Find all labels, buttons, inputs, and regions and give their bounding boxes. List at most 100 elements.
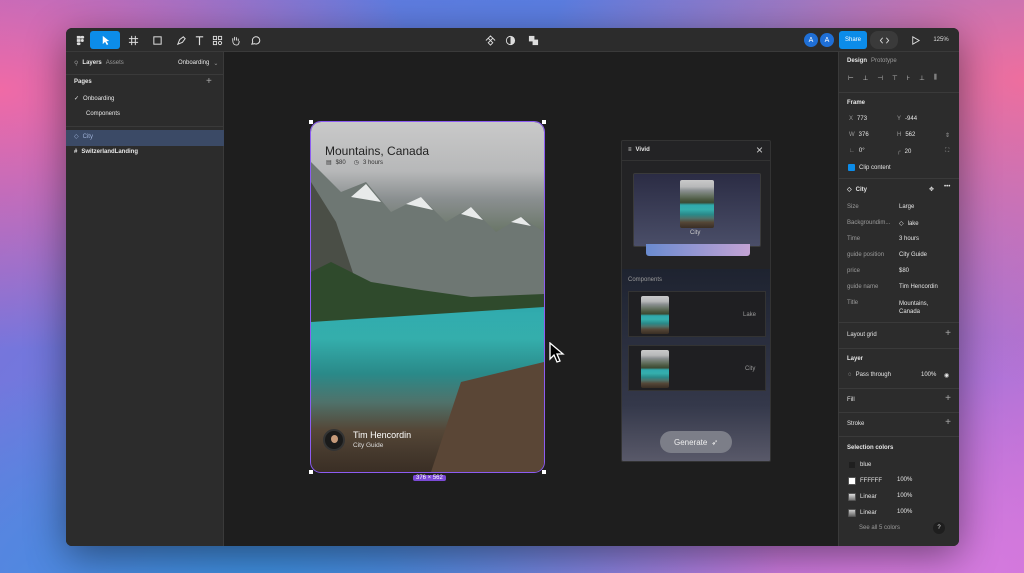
city-card-frame[interactable]: Mountains, Canada ▤ $80 ◷ 3 hours Tim Henc… [310, 121, 545, 473]
rocket-icon: ➶ [711, 437, 719, 447]
tab-assets[interactable]: Assets [106, 60, 124, 66]
prop-label: price [847, 268, 861, 274]
align-right-icon[interactable]: ⊣ [877, 74, 883, 82]
prop-guide-name-field[interactable]: Tim Hencordin [899, 284, 938, 290]
y-field[interactable]: -944 [905, 116, 917, 122]
prop-label: Title [847, 300, 859, 306]
help-button[interactable]: ? [933, 522, 945, 534]
share-button[interactable]: Share [839, 31, 867, 49]
move-tool-icon[interactable] [90, 31, 120, 49]
frame-header: Frame [847, 100, 866, 106]
clip-content-label: Clip content [859, 164, 891, 171]
prop-price-field[interactable]: $80 [899, 268, 909, 274]
selection-color-row[interactable]: Linear [848, 493, 877, 501]
distribute-icon[interactable]: ⫼ [934, 74, 937, 82]
avatar[interactable]: A [820, 33, 834, 47]
dev-mode-toggle[interactable] [870, 31, 898, 49]
prop-size-select[interactable]: Large [899, 204, 914, 210]
play-icon[interactable] [908, 31, 922, 49]
align-toolbar: ⊢ ⊥ ⊣ ⊤ ⊦ ⊥ ⫼ [848, 74, 937, 82]
contrast-icon[interactable] [503, 31, 517, 49]
search-icon[interactable]: ⚲ [74, 60, 78, 67]
avatar[interactable]: A [804, 33, 818, 47]
prop-guide-position-field[interactable]: City Guide [899, 252, 927, 258]
add-stroke-icon[interactable]: + [945, 417, 951, 428]
resize-handle[interactable] [309, 120, 313, 124]
add-page-icon[interactable]: + [206, 76, 212, 87]
page-select[interactable]: Onboarding ⌄ [178, 58, 218, 68]
wallet-icon: ▤ [326, 160, 332, 166]
close-icon[interactable]: × [756, 143, 763, 157]
generate-button[interactable]: Generate ➶ [660, 431, 732, 453]
tab-prototype[interactable]: Prototype [871, 58, 897, 64]
chevron-down-icon: ⌄ [213, 60, 219, 67]
align-center-h-icon[interactable]: ⊥ [863, 74, 869, 82]
top-toolbar: A A Share 125% [66, 28, 959, 52]
align-left-icon[interactable]: ⊢ [848, 74, 854, 82]
hand-tool-icon[interactable] [228, 31, 242, 49]
prop-title-field[interactable]: Mountains, Canada [899, 300, 949, 316]
preview-label: City [690, 230, 701, 236]
eye-icon[interactable]: ◉ [944, 372, 949, 379]
preview-box: City [633, 173, 761, 256]
pen-tool-icon[interactable] [170, 31, 192, 49]
radius-field[interactable]: 20 [905, 149, 912, 155]
selection-color-row[interactable]: FFFFFF [848, 477, 882, 485]
component-instance-icon: ◇ [74, 134, 79, 140]
prop-time-field[interactable]: 3 hours [899, 236, 919, 242]
boolean-icon[interactable] [523, 31, 543, 49]
selection-color-row[interactable]: blue [848, 461, 871, 469]
tab-layers[interactable]: Layers [82, 60, 101, 66]
rotation-field[interactable]: 0° [859, 148, 865, 154]
width-field[interactable]: 376 [859, 132, 869, 138]
component-card-lake[interactable]: Lake [628, 291, 766, 337]
component-card-city[interactable]: City [628, 345, 766, 391]
align-bottom-icon[interactable]: ⊥ [919, 74, 925, 82]
fill-header: Fill [847, 397, 855, 403]
card-title: Mountains, Canada [325, 144, 430, 158]
component-thumbnail [641, 350, 669, 388]
resources-tool-icon[interactable] [210, 31, 224, 49]
add-fill-icon[interactable]: + [945, 393, 951, 404]
card-time: 3 hours [362, 159, 383, 166]
corner-icon[interactable]: ⛶ [945, 148, 949, 155]
constrain-icon[interactable]: ⇕ [945, 132, 950, 139]
see-all-colors-link[interactable]: See all 5 colors [859, 525, 900, 531]
layer-header: Layer [847, 356, 864, 362]
layer-row-switzerland[interactable]: # SwitzerlandLanding [74, 149, 138, 155]
color-swatch [848, 477, 856, 485]
prop-label: Size [847, 204, 859, 210]
comment-tool-icon[interactable] [248, 31, 262, 49]
align-center-v-icon[interactable]: ⊦ [907, 74, 910, 82]
align-top-icon[interactable]: ⊤ [892, 74, 898, 82]
page-item-components[interactable]: Components [86, 111, 120, 117]
more-icon[interactable]: ••• [944, 184, 950, 190]
canvas[interactable]: Mountains, Canada ▤ $80 ◷ 3 hours Tim Henc… [224, 52, 838, 546]
prop-background-select[interactable]: lake [908, 221, 919, 227]
frame-tool-icon[interactable] [122, 31, 144, 49]
zoom-level[interactable]: 125% [930, 31, 952, 49]
avatar [323, 429, 345, 451]
color-swatch [848, 461, 856, 469]
go-to-main-icon[interactable]: ✥ [929, 186, 934, 193]
blend-mode-select[interactable]: Pass through [856, 372, 891, 378]
height-field[interactable]: 562 [905, 132, 915, 138]
add-layout-grid-icon[interactable]: + [945, 328, 951, 339]
component-name[interactable]: City [856, 187, 867, 193]
resize-handle[interactable] [542, 470, 546, 474]
component-icon[interactable] [483, 31, 497, 49]
text-tool-icon[interactable] [192, 31, 206, 49]
tab-design[interactable]: Design [847, 58, 867, 64]
clip-content-checkbox[interactable] [848, 164, 855, 171]
layer-opacity[interactable]: 100% [921, 372, 936, 378]
figma-window: A A Share 125% ⚲ Layers Assets Onboardin… [66, 28, 959, 546]
page-item-onboarding[interactable]: ✓ Onboarding [74, 95, 114, 103]
color-opacity: 100% [897, 509, 913, 515]
main-menu-icon[interactable] [72, 31, 88, 49]
resize-handle[interactable] [309, 470, 313, 474]
instance-icon: ◇ [847, 187, 852, 193]
shape-tool-icon[interactable] [146, 31, 168, 49]
x-field[interactable]: 773 [857, 116, 867, 122]
selection-color-row[interactable]: Linear [848, 509, 877, 517]
resize-handle[interactable] [542, 120, 546, 124]
